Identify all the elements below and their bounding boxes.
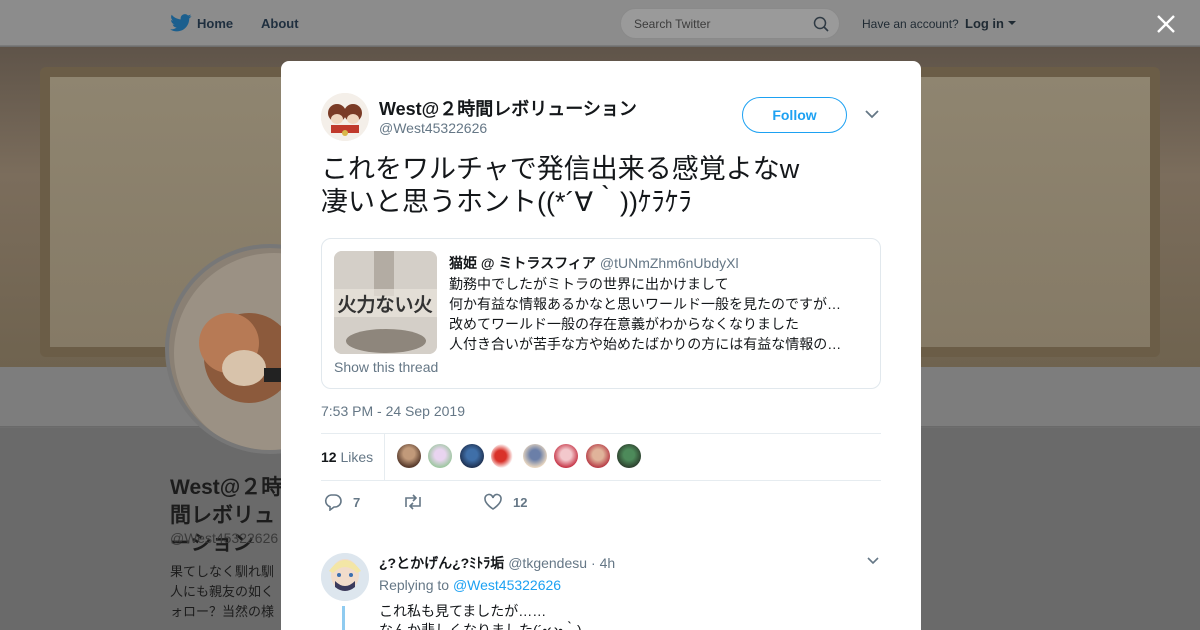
liker-avatars xyxy=(397,444,644,468)
chevron-down-icon[interactable] xyxy=(865,109,879,119)
thread-connector xyxy=(342,606,345,630)
follow-button[interactable]: Follow xyxy=(742,97,847,133)
quoted-text-line: 勤務中でしたがミトラの世界に出かけまして xyxy=(449,276,729,292)
liker-avatar[interactable] xyxy=(459,444,484,468)
author-name[interactable]: West@２時間レボリューション xyxy=(379,95,637,121)
liker-avatar[interactable] xyxy=(397,444,421,468)
nav-home-link[interactable]: Home xyxy=(197,16,233,31)
liker-avatar[interactable] xyxy=(428,444,453,468)
profile-bio: 果てしなく馴れ馴 人にも親友の如く ォロー？当然の様 xyxy=(170,562,285,622)
quoted-tweet-thumbnail: 火力ない火 xyxy=(334,251,437,354)
reply-text-line: なんか悲しくなりました(´•ω•｀) xyxy=(379,622,582,630)
likes-summary[interactable]: 12 Likes xyxy=(321,449,373,465)
reply-author-handle: @tkgendesu xyxy=(508,555,588,571)
retweet-icon xyxy=(405,494,421,510)
chevron-down-icon[interactable] xyxy=(867,557,879,565)
reply-author[interactable]: ¿?とかげん¿?ﾐﾄﾗ垢 @tkgendesu · 4h xyxy=(379,553,615,573)
profile-bio-line: ォロー？当然の様 xyxy=(170,604,275,619)
heart-icon xyxy=(484,493,502,510)
likes-label: Likes xyxy=(340,449,374,465)
replying-to: Replying to @West45322626 xyxy=(379,577,561,593)
reply-author-avatar[interactable] xyxy=(321,553,369,601)
quoted-text-line: 人付き合いが苦手な方や始めたばかりの方には有益な情報の… xyxy=(449,336,842,352)
twitter-bird-icon[interactable] xyxy=(170,14,192,32)
replying-prefix: Replying to xyxy=(379,577,450,593)
show-thread-link[interactable]: Show this thread xyxy=(334,359,438,375)
have-account-text: Have an account? xyxy=(862,17,959,31)
thumbnail-text: 火力ない火 xyxy=(337,293,433,316)
liker-avatar[interactable] xyxy=(585,444,610,468)
reply-author-name: ¿?とかげん¿?ﾐﾄﾗ垢 xyxy=(379,555,505,571)
tweet-timestamp[interactable]: 7:53 PM - 24 Sep 2019 xyxy=(321,403,465,419)
tweet-modal: West@２時間レボリューション @West45322626 Follow これ… xyxy=(281,61,921,630)
reply-text-line: これ私も見てましたが…… xyxy=(379,603,547,619)
quoted-author-name: 猫姫 @ ミトラスフィア xyxy=(449,255,596,271)
author-avatar[interactable] xyxy=(321,93,369,141)
divider xyxy=(384,433,385,480)
liker-avatar[interactable] xyxy=(554,444,579,468)
like-count: 12 xyxy=(513,495,528,510)
quoted-text-line: 改めてワールド一般の存在意義がわからなくなりました xyxy=(449,316,799,332)
login-link[interactable]: Log in xyxy=(965,16,1004,31)
close-icon[interactable] xyxy=(1154,12,1178,36)
divider xyxy=(321,480,881,481)
likes-count: 12 xyxy=(321,449,337,465)
tweet-text-line: 凄いと思うホント((*´∀｀))ｹﾗｹﾗ xyxy=(321,187,692,217)
quoted-text-line: 何か有益な情報あるかなと思いワールド一般を見たのですが… xyxy=(449,296,841,312)
top-navigation-bar: Home About Search Twitter Have an accoun… xyxy=(0,0,1200,46)
tweet-text-line: これをワルチャで発信出来る感覚よなw xyxy=(321,154,800,184)
divider xyxy=(321,433,881,434)
liker-avatar[interactable] xyxy=(491,444,516,468)
liker-avatar[interactable] xyxy=(522,444,547,468)
tweet-text: これをワルチャで発信出来る感覚よなw 凄いと思うホント((*´∀｀))ｹﾗｹﾗ xyxy=(321,153,881,219)
search-placeholder: Search Twitter xyxy=(634,17,711,31)
replying-to-link[interactable]: @West45322626 xyxy=(453,577,561,593)
reply-count: 7 xyxy=(353,495,361,510)
profile-bio-line: 人にも親友の如く xyxy=(170,584,275,599)
liker-avatar[interactable] xyxy=(617,444,642,468)
chevron-down-icon[interactable] xyxy=(1008,21,1016,25)
quoted-tweet-card[interactable]: 火力ない火 猫姫 @ ミトラスフィア @tUNmZhm6nUbdyXl 勤務中でし… xyxy=(321,238,881,389)
quoted-author-handle: @tUNmZhm6nUbdyXl xyxy=(599,255,739,271)
reply-age: · 4h xyxy=(591,555,616,571)
search-icon[interactable] xyxy=(813,16,829,32)
reply-icon xyxy=(324,494,342,511)
search-input[interactable]: Search Twitter xyxy=(620,8,840,39)
author-handle[interactable]: @West45322626 xyxy=(379,120,487,136)
quoted-author[interactable]: 猫姫 @ ミトラスフィア @tUNmZhm6nUbdyXl xyxy=(449,253,739,273)
profile-handle: @West45322626 xyxy=(170,530,279,546)
profile-bio-line: 果てしなく馴れ馴 xyxy=(170,564,275,579)
nav-about-link[interactable]: About xyxy=(261,16,299,31)
